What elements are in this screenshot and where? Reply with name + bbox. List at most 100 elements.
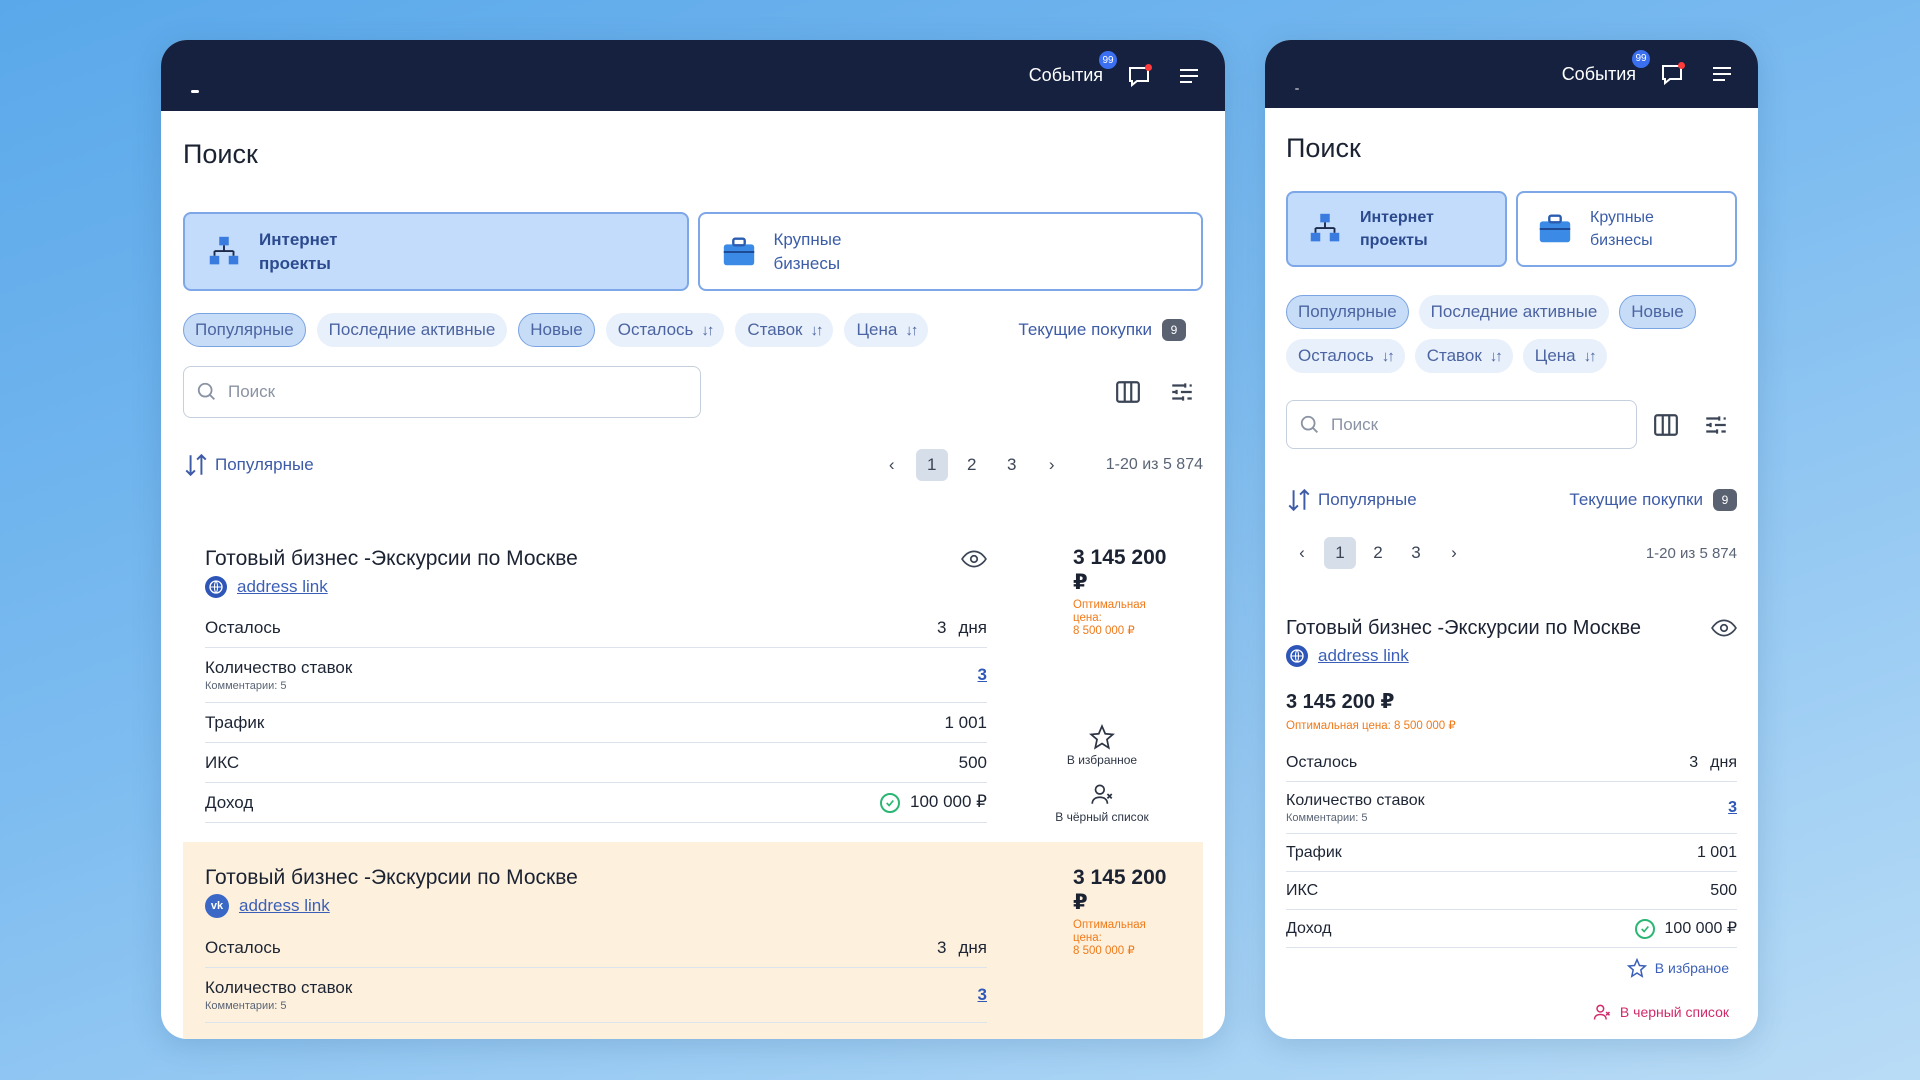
sort-button[interactable]: Популярные xyxy=(1286,487,1417,513)
add-to-blacklist-button[interactable]: В черный список xyxy=(1286,1002,1729,1022)
row-remaining: Осталось 3 дня xyxy=(205,928,987,968)
chip-price[interactable]: Цена ↓↑ xyxy=(844,313,929,347)
row-income: Доход 100 000 ₽ xyxy=(1286,910,1737,948)
chip-new[interactable]: Новые xyxy=(1619,295,1696,329)
page-1[interactable]: 1 xyxy=(1324,537,1356,569)
category-large-business[interactable]: Крупные бизнесы xyxy=(1516,191,1737,267)
user-block-icon xyxy=(1091,784,1113,804)
page-3[interactable]: 3 xyxy=(1400,537,1432,569)
address-link[interactable]: address link xyxy=(237,577,328,597)
star-icon xyxy=(1089,723,1115,750)
listing-title[interactable]: Готовый бизнес -Экскурсии по Москве xyxy=(205,866,578,890)
chip-label: Цена xyxy=(1534,346,1576,365)
category-line2: проекты xyxy=(1360,232,1428,249)
listing-price: 3 145 200 ₽ xyxy=(1073,866,1167,914)
chip-label: Новые xyxy=(1631,302,1684,321)
filter-sliders-icon[interactable] xyxy=(1169,379,1195,405)
chip-price[interactable]: Цена ↓↑ xyxy=(1522,339,1607,373)
prev-page-icon[interactable]: ‹ xyxy=(876,449,908,481)
purchases-count: 9 xyxy=(1162,319,1186,341)
bids-count-link[interactable]: 3 xyxy=(1728,799,1737,817)
bids-count-link[interactable]: 3 xyxy=(978,985,987,1005)
row-label: Количество ставок xyxy=(205,658,353,677)
events-button[interactable]: События 99 xyxy=(1029,51,1117,86)
logo[interactable] xyxy=(191,90,199,93)
filter-sliders-icon[interactable] xyxy=(1703,412,1729,438)
favorites-label: В избранное xyxy=(1066,753,1138,767)
current-purchases-link[interactable]: Текущие покупки 9 xyxy=(1569,489,1737,511)
row-value: 1 001 xyxy=(944,712,987,732)
category-internet-projects[interactable]: Интернет проекты xyxy=(1286,191,1507,267)
eye-icon[interactable] xyxy=(1711,615,1737,641)
add-to-blacklist-button[interactable]: В чёрный список xyxy=(1037,781,1167,824)
chip-popular[interactable]: Популярные xyxy=(183,313,306,347)
category-line1: Крупные xyxy=(1590,209,1654,226)
add-to-favorites-button[interactable]: В избранное xyxy=(1037,723,1167,767)
row-value: 3 xyxy=(937,617,947,637)
eye-icon[interactable] xyxy=(961,546,987,572)
purchases-count: 9 xyxy=(1713,489,1737,511)
page-1[interactable]: 1 xyxy=(915,449,948,481)
optimal-price-value: 8 500 000 ₽ xyxy=(1073,945,1135,957)
address-link[interactable]: address link xyxy=(1318,646,1409,666)
search-box[interactable] xyxy=(1286,400,1637,449)
sort-icon xyxy=(1288,488,1310,512)
chip-remaining[interactable]: Осталось ↓↑ xyxy=(605,313,725,347)
row-value: 1 001 xyxy=(1696,843,1737,861)
row-label: Трафик xyxy=(205,712,265,732)
page-range-info: 1-20 из 5 874 xyxy=(1105,456,1203,473)
chip-bids[interactable]: Ставок ↓↑ xyxy=(735,313,834,347)
prev-page-icon[interactable]: ‹ xyxy=(1286,537,1318,569)
chip-remaining[interactable]: Осталось ↓↑ xyxy=(1286,339,1405,373)
listing-card: Готовый бизнес -Экскурсии по Москве addr… xyxy=(183,522,1203,839)
search-input[interactable] xyxy=(1331,414,1601,435)
search-input[interactable] xyxy=(228,382,632,402)
sort-arrows-icon: ↓↑ xyxy=(1381,347,1395,365)
add-to-favorites-button[interactable]: В избраное xyxy=(1286,958,1729,978)
page-2[interactable]: 2 xyxy=(956,449,988,481)
chip-bids[interactable]: Ставок ↓↑ xyxy=(1414,339,1513,373)
row-bids: Количество ставок Комментарии: 5 3 xyxy=(1286,782,1737,834)
address-link[interactable]: address link xyxy=(239,896,330,916)
bids-count-link[interactable]: 3 xyxy=(978,665,987,685)
logo[interactable] xyxy=(1295,88,1299,90)
category-line1: Крупные xyxy=(773,229,842,249)
menu-icon[interactable] xyxy=(1175,62,1203,90)
listing-title[interactable]: Готовый бизнес -Экскурсии по Москве xyxy=(205,547,578,571)
page-3[interactable]: 3 xyxy=(996,449,1028,481)
chat-icon[interactable] xyxy=(1125,62,1153,90)
row-label: ИКС xyxy=(205,752,240,772)
sort-arrows-icon: ↓↑ xyxy=(701,321,714,339)
category-internet-projects[interactable]: Интернет проекты xyxy=(183,212,689,291)
row-label: Количество ставок xyxy=(205,978,353,997)
network-cubes-icon xyxy=(209,236,239,264)
events-badge: 99 xyxy=(1632,49,1650,68)
chip-recent-active[interactable]: Последние активные xyxy=(316,313,508,347)
chip-label: Осталось xyxy=(617,320,694,339)
menu-icon[interactable] xyxy=(1708,60,1736,88)
chat-icon[interactable] xyxy=(1658,60,1686,88)
columns-icon[interactable] xyxy=(1653,412,1679,438)
row-unit: дня xyxy=(958,937,987,957)
chip-label: Популярные xyxy=(1298,302,1397,321)
listing-price: 3 145 200 ₽ xyxy=(1073,546,1167,594)
sort-label: Популярные xyxy=(1318,490,1417,509)
row-value: 3 xyxy=(937,937,947,957)
chip-new[interactable]: Новые xyxy=(518,313,595,347)
current-purchases-link[interactable]: Текущие покупки 9 xyxy=(1018,319,1186,341)
page-range-info: 1-20 из 5 874 xyxy=(1645,544,1737,562)
listing-title[interactable]: Готовый бизнес -Экскурсии по Москве xyxy=(1286,617,1641,640)
sort-button[interactable]: Популярные xyxy=(183,452,314,478)
row-label: ИКС xyxy=(1286,881,1319,899)
chip-recent-active[interactable]: Последние активные xyxy=(1418,295,1610,329)
desktop-view: События 99 Поиск Интернет проекты Крупны… xyxy=(161,40,1225,1039)
search-box[interactable] xyxy=(183,366,701,418)
page-2[interactable]: 2 xyxy=(1362,537,1394,569)
next-page-icon[interactable]: › xyxy=(1438,537,1470,569)
columns-icon[interactable] xyxy=(1115,379,1141,405)
next-page-icon[interactable]: › xyxy=(1036,449,1068,481)
chip-popular[interactable]: Популярные xyxy=(1286,295,1409,329)
row-label: Количество ставок xyxy=(1286,791,1425,809)
category-large-business[interactable]: Крупные бизнесы xyxy=(697,212,1203,291)
events-button[interactable]: События 99 xyxy=(1562,49,1650,85)
